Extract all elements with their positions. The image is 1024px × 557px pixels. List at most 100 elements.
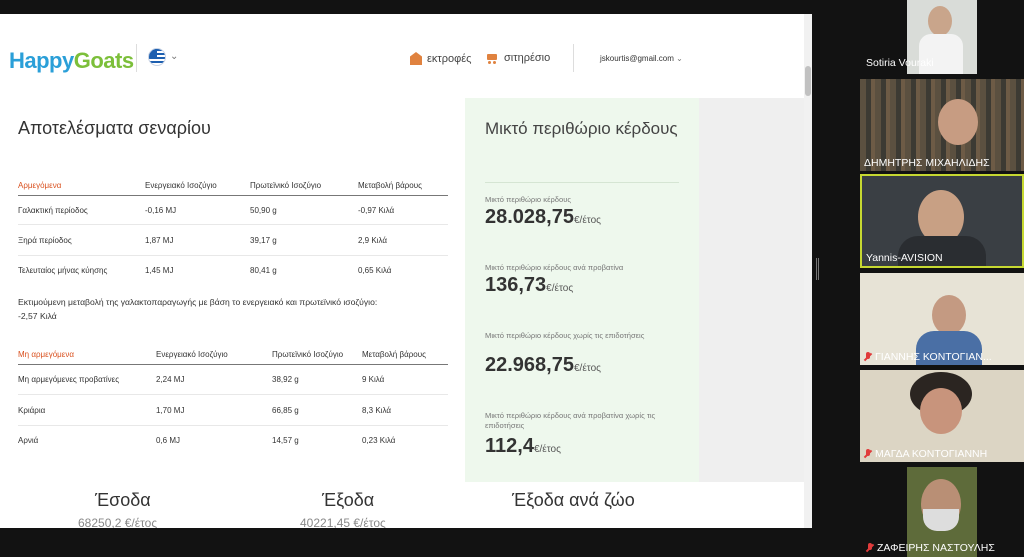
row-energy: 2,24 MJ [156,375,185,384]
row-energy: 1,45 MJ [145,266,174,275]
participant-name: ΔΗΜΗΤΡΗΣ ΜΙΧΑΗΛΙΔΗΣ [864,157,990,169]
muted-mic-icon [866,543,874,553]
participant-video [920,388,962,434]
participant-name: ΖΑΦΕΙΡΗΣ ΝΑΣΤΟΥΛΗΣ [877,542,995,554]
metric-label: Μικτό περιθώριο κέρδους ανά προβατίνα χω… [485,411,656,430]
metric-label: Μικτό περιθώριο κέρδους [485,195,572,204]
metric-unit: €/έτος [546,283,574,294]
row-weight: 0,23 Κιλά [362,436,396,445]
metric-unit: €/έτος [573,363,601,374]
nav-ration-label: σιτηρέσιο [504,52,551,64]
metric-unit: €/έτος [533,444,561,455]
participant-name-label: ΖΑΦΕΙΡΗΣ ΝΑΣΤΟΥΛΗΣ [866,542,995,554]
row-weight: 8,3 Κιλά [362,406,391,415]
row-divider [18,255,448,256]
participant-beard [923,509,959,531]
results-title: Αποτελέσματα σεναρίου [18,118,211,138]
non-milking-section-label: Μη αρμεγόμενα [18,350,74,359]
row-name: Κριάρια [18,406,46,415]
milk-change-value: -2,57 Κιλά [18,311,57,321]
row-protein: 66,85 g [272,406,299,415]
row-weight: 2,9 Κιλά [358,236,387,245]
page-gutter [699,98,804,482]
page-scrollbar[interactable] [804,14,812,528]
milk-change-estimate: Εκτιμούμενη μεταβολή της γαλακτοπαραγωγή… [18,295,458,323]
row-energy: 0,6 MJ [156,436,181,445]
row-protein: 39,17 g [250,236,277,245]
barn-icon [410,52,422,65]
chevron-down-icon[interactable]: ⌄ [170,51,178,62]
row-protein: 80,41 g [250,266,277,275]
participant-tile[interactable]: ΜΑΓΔΑ ΚΟΝΤΟΓΙΑΝΝΗ [860,370,1024,462]
split-resize-handle[interactable] [816,258,819,280]
participant-name: ΜΑΓΔΑ ΚΟΝΤΟΓΙΑΝΝΗ [875,448,988,460]
participant-video [938,99,978,145]
income-value: 68250,2 €/έτος [78,516,158,528]
gross-margin-title: Μικτό περιθώριο κέρδους [485,119,678,138]
expense-value: 40221,45 €/έτος [300,516,386,528]
metric-label: Μικτό περιθώριο κέρδους χωρίς τις επιδοτ… [485,331,645,340]
participant-name-label: ΔΗΜΗΤΡΗΣ ΜΙΧΑΗΛΙΔΗΣ [864,157,990,169]
scrollbar-thumb[interactable] [805,66,811,96]
metric-unit: €/έτος [573,215,601,226]
row-name: Αρνιά [18,436,39,445]
shared-screen: HappyGoats ⌄ εκτροφές σιτηρέσιο jskourti… [0,14,812,528]
participant-tile[interactable]: ΔΗΜΗΤΡΗΣ ΜΙΧΑΗΛΙΔΗΣ [860,79,1024,171]
header-divider [136,44,137,72]
column-header: Μεταβολή βάρους [362,350,426,359]
app-header: HappyGoats ⌄ εκτροφές σιτηρέσιο jskourti… [0,14,804,98]
greek-flag-icon[interactable] [148,48,166,66]
user-menu[interactable]: jskourtis@gmail.com ⌄ [600,54,683,63]
nav-farms-link[interactable]: εκτροφές [410,52,471,65]
happygoats-logo[interactable]: HappyGoats [9,48,134,74]
participant-video [928,6,952,36]
row-divider [18,394,448,395]
logo-text-part2: Goats [73,48,134,73]
header-divider-2 [573,44,574,72]
row-protein: 38,92 g [272,375,299,384]
milk-change-text: Εκτιμούμενη μεταβολή της γαλακτοπαραγωγή… [18,297,378,307]
per-animal-expense-title: Έξοδα ανά ζώο [512,490,635,510]
row-name: Ξηρά περίοδος [18,236,72,245]
participant-tile-active[interactable]: Yannis-AVISION [860,174,1024,268]
metric-number: 112,4 [485,435,534,457]
metric-number: 136,73 [485,274,547,296]
metric-value: 112,4€/έτος [485,435,561,458]
gross-margin-panel: Μικτό περιθώριο κέρδους Μικτό περιθώριο … [465,98,699,482]
participant-tile[interactable]: ΓΙΑΝΝΗΣ ΚΟΝΤΟΓΙΑΝ... [860,273,1024,365]
chevron-down-icon: ⌄ [676,54,683,63]
row-name: Τελευταίος μήνας κύησης [18,266,108,275]
metric-value: 28.028,75€/έτος [485,206,601,229]
row-weight: -0,97 Κιλά [358,206,395,215]
row-energy: 1,70 MJ [156,406,185,415]
participant-name: ΓΙΑΝΝΗΣ ΚΟΝΤΟΓΙΑΝ... [875,351,992,363]
scenario-results: Αποτελέσματα σεναρίου Αρμεγόμενα Ενεργει… [0,98,465,482]
column-header: Μεταβολή βάρους [358,181,422,190]
column-header: Ενεργειακό Ισοζύγιο [145,181,217,190]
row-divider [18,425,448,426]
table-header-rule [18,195,448,196]
row-name: Γαλακτική περίοδος [18,206,88,215]
muted-mic-icon [864,449,872,459]
income-expense-summary: Έσοδα 68250,2 €/έτος Έξοδα 40221,45 €/έτ… [0,482,804,528]
row-weight: 0,65 Κιλά [358,266,392,275]
participant-name-label: Yannis-AVISION [866,252,943,264]
meeting-window: HappyGoats ⌄ εκτροφές σιτηρέσιο jskourti… [0,0,1024,557]
row-protein: 50,90 g [250,206,277,215]
participant-video [932,295,966,335]
nav-ration-link[interactable]: σιτηρέσιο [485,52,550,64]
participant-name-label: ΜΑΓΔΑ ΚΟΝΤΟΓΙΑΝΝΗ [864,448,987,460]
row-energy: -0,16 MJ [145,206,177,215]
column-header: Ενεργειακό Ισοζύγιο [156,350,228,359]
panel-divider [485,182,679,183]
participant-name: Sotiria Vouraki [866,57,934,69]
metric-number: 28.028,75 [485,206,574,228]
metric-value: 136,73€/έτος [485,274,573,297]
table-header-rule [18,364,448,365]
user-email: jskourtis@gmail.com [600,54,674,63]
metric-number: 22.968,75 [485,354,574,376]
metric-value: 22.968,75€/έτος [485,354,601,377]
row-protein: 14,57 g [272,436,299,445]
row-name: Μη αρμεγόμενες προβατίνες [18,375,120,384]
income-title: Έσοδα [95,490,151,510]
